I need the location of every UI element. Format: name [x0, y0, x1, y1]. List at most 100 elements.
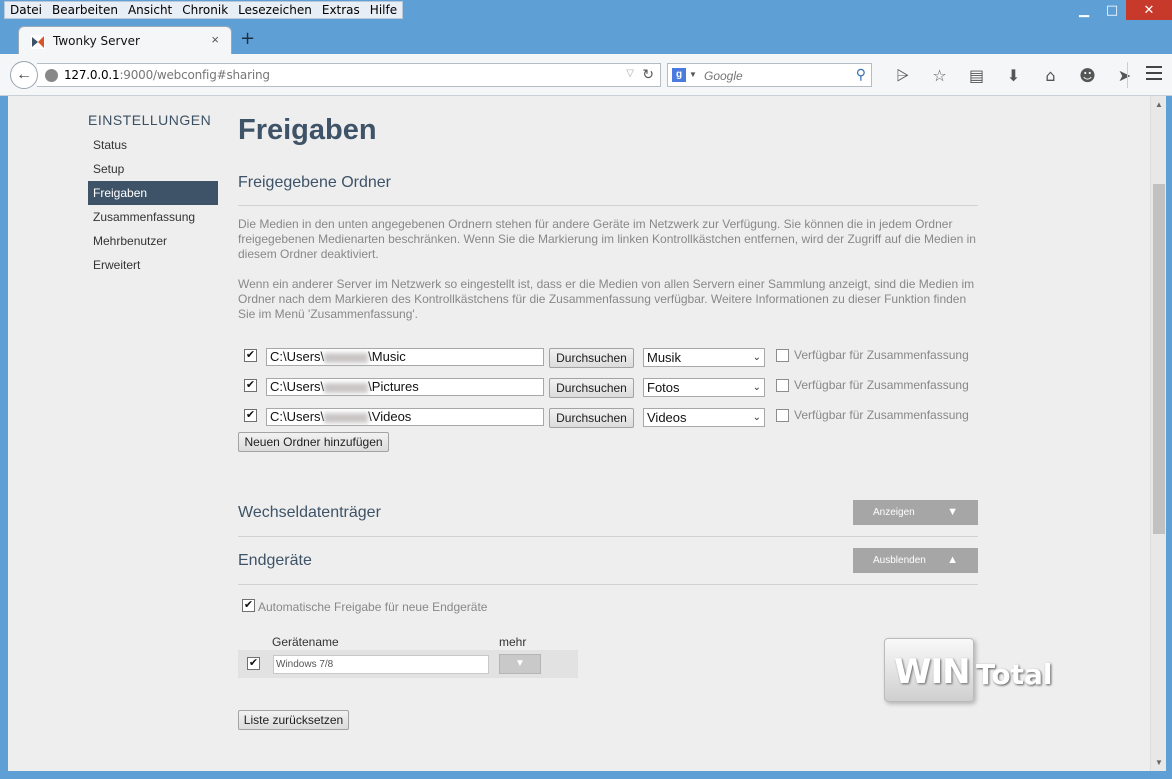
aggregate-checkbox[interactable]: [776, 379, 789, 392]
section-heading-shared-folders: Freigegebene Ordner: [238, 174, 391, 191]
window-border-bottom: [0, 771, 1172, 779]
google-icon[interactable]: g: [672, 68, 686, 82]
blurred-username: [324, 352, 369, 363]
menu-ansicht[interactable]: Ansicht: [123, 2, 177, 18]
wintotal-watermark-logo: WIN Total: [884, 636, 1064, 706]
reload-icon[interactable]: ↻: [642, 66, 654, 83]
folder-path-field[interactable]: C:\Users\ \Music: [266, 348, 544, 366]
folder-enabled-checkbox[interactable]: ✔: [244, 409, 257, 422]
scroll-up-icon[interactable]: ▲: [1155, 100, 1163, 109]
toggle-label: Ausblenden: [873, 555, 926, 566]
menu-bearbeiten[interactable]: Bearbeiten: [47, 2, 123, 18]
path-suffix: \Pictures: [368, 379, 419, 394]
menu-extras[interactable]: Extras: [317, 2, 365, 18]
device-enabled-checkbox[interactable]: ✔: [247, 657, 260, 670]
column-header-device-name: Gerätename: [272, 635, 339, 649]
back-button[interactable]: ←: [10, 61, 38, 89]
url-history-dropdown-icon[interactable]: ▽: [626, 68, 634, 79]
divider: [238, 584, 978, 585]
show-removable-button[interactable]: Anzeigen ▼: [853, 500, 978, 525]
reader-icon[interactable]: ⩥: [884, 66, 921, 86]
send-icon[interactable]: ➤: [1106, 66, 1143, 86]
twonky-favicon-icon: [31, 35, 45, 49]
folder-enabled-checkbox[interactable]: ✔: [244, 379, 257, 392]
sidebar-item-zusammenfassung[interactable]: Zusammenfassung: [88, 205, 218, 229]
media-type-select[interactable]: Fotos ⌄: [643, 378, 765, 397]
sidebar-item-mehrbenutzer[interactable]: Mehrbenutzer: [88, 229, 218, 253]
aggregate-label: Verfügbar für Zusammenfassung: [794, 378, 969, 392]
browse-button[interactable]: Durchsuchen: [549, 378, 634, 398]
media-type-select[interactable]: Musik ⌄: [643, 348, 765, 367]
path-prefix: C:\Users\: [270, 379, 325, 394]
browse-button[interactable]: Durchsuchen: [549, 408, 634, 428]
maximize-button[interactable]: □: [1098, 0, 1126, 20]
vertical-scrollbar[interactable]: ▲ ▼: [1150, 96, 1166, 771]
reset-list-button[interactable]: Liste zurücksetzen: [238, 710, 349, 730]
home-icon[interactable]: ⌂: [1032, 66, 1069, 86]
window-controls: ▁ □ ✕: [1070, 0, 1172, 22]
menu-datei[interactable]: Datei: [5, 2, 47, 18]
media-type-select[interactable]: Videos ⌄: [643, 408, 765, 427]
device-name-field[interactable]: Windows 7/8: [273, 655, 489, 674]
aggregate-checkbox[interactable]: [776, 349, 789, 362]
minimize-button[interactable]: ▁: [1070, 0, 1098, 20]
chat-icon[interactable]: ☻: [1069, 66, 1106, 86]
menu-lesezeichen[interactable]: Lesezeichen: [233, 2, 317, 18]
chevron-down-icon: ⌄: [752, 352, 761, 363]
section-heading-devices: Endgeräte: [238, 552, 312, 569]
divider: [238, 205, 978, 206]
folder-path-field[interactable]: C:\Users\ \Videos: [266, 408, 544, 426]
watermark-text-total: Total: [976, 658, 1053, 691]
sidebar-item-freigaben[interactable]: Freigaben: [88, 181, 218, 205]
toolbar-separator: [1127, 62, 1128, 88]
tab-twonky-server[interactable]: Twonky Server ×: [18, 26, 232, 56]
menu-hamburger-icon[interactable]: [1146, 66, 1162, 84]
bookmark-star-icon[interactable]: ☆: [921, 66, 958, 86]
watermark-text-win: WIN: [894, 652, 971, 692]
folder-enabled-checkbox[interactable]: ✔: [244, 349, 257, 362]
aggregate-label: Verfügbar für Zusammenfassung: [794, 408, 969, 422]
device-more-button[interactable]: ▼: [499, 654, 541, 674]
toggle-label: Anzeigen: [873, 507, 915, 518]
media-type-value: Videos: [647, 410, 687, 425]
browser-window: Datei Bearbeiten Ansicht Chronik Lesezei…: [0, 0, 1172, 779]
sidebar-item-erweitert[interactable]: Erweitert: [88, 253, 218, 277]
tab-close-icon[interactable]: ×: [211, 32, 219, 47]
menu-hilfe[interactable]: Hilfe: [365, 2, 402, 18]
media-type-value: Musik: [647, 350, 681, 365]
browse-button[interactable]: Durchsuchen: [549, 348, 634, 368]
title-bar: Datei Bearbeiten Ansicht Chronik Lesezei…: [0, 0, 1172, 22]
search-engine-dropdown-icon[interactable]: ▼: [689, 70, 697, 79]
scrollbar-thumb[interactable]: [1153, 184, 1165, 534]
url-bar[interactable]: 127.0.0.1:9000/webconfig#sharing ▽ ↻: [37, 63, 661, 87]
folder-row: ✔ C:\Users\ \Music Durchsuchen Musik ⌄ Ver…: [238, 348, 978, 370]
add-folder-button[interactable]: Neuen Ordner hinzufügen: [238, 432, 389, 452]
close-window-button[interactable]: ✕: [1126, 0, 1172, 20]
aggregate-checkbox[interactable]: [776, 409, 789, 422]
path-suffix: \Videos: [368, 409, 412, 424]
triangle-down-icon: ▼: [515, 658, 525, 669]
search-bar[interactable]: g ▼ Google ⚲: [667, 63, 872, 87]
window-border-right: [1166, 96, 1172, 779]
auto-share-checkbox[interactable]: ✔: [242, 599, 255, 612]
url-host: 127.0.0.1: [64, 68, 120, 82]
new-tab-button[interactable]: +: [240, 28, 255, 49]
navigation-bar: 127.0.0.1:9000/webconfig#sharing ▽ ↻ ← g…: [0, 54, 1172, 96]
page-content: EINSTELLUNGEN Status Setup Freigaben Zus…: [8, 96, 1150, 771]
chevron-down-icon: ⌄: [752, 412, 761, 423]
menu-chronik[interactable]: Chronik: [177, 2, 233, 18]
bookmarks-list-icon[interactable]: ▤: [958, 66, 995, 86]
chevron-down-icon: ⌄: [752, 382, 761, 393]
sidebar-item-status[interactable]: Status: [88, 133, 218, 157]
folder-path-field[interactable]: C:\Users\ \Pictures: [266, 378, 544, 396]
hide-devices-button[interactable]: Ausblenden ▲: [853, 548, 978, 573]
toolbar-icons: ⩥ ☆ ▤ ⬇ ⌂ ☻ ➤: [884, 66, 1143, 86]
scroll-down-icon[interactable]: ▼: [1155, 758, 1163, 767]
triangle-down-icon: ▼: [947, 506, 958, 518]
triangle-up-icon: ▲: [947, 554, 958, 566]
media-type-value: Fotos: [647, 380, 680, 395]
path-suffix: \Music: [368, 349, 406, 364]
sidebar-item-setup[interactable]: Setup: [88, 157, 218, 181]
search-icon[interactable]: ⚲: [856, 66, 866, 83]
downloads-icon[interactable]: ⬇: [995, 66, 1032, 86]
